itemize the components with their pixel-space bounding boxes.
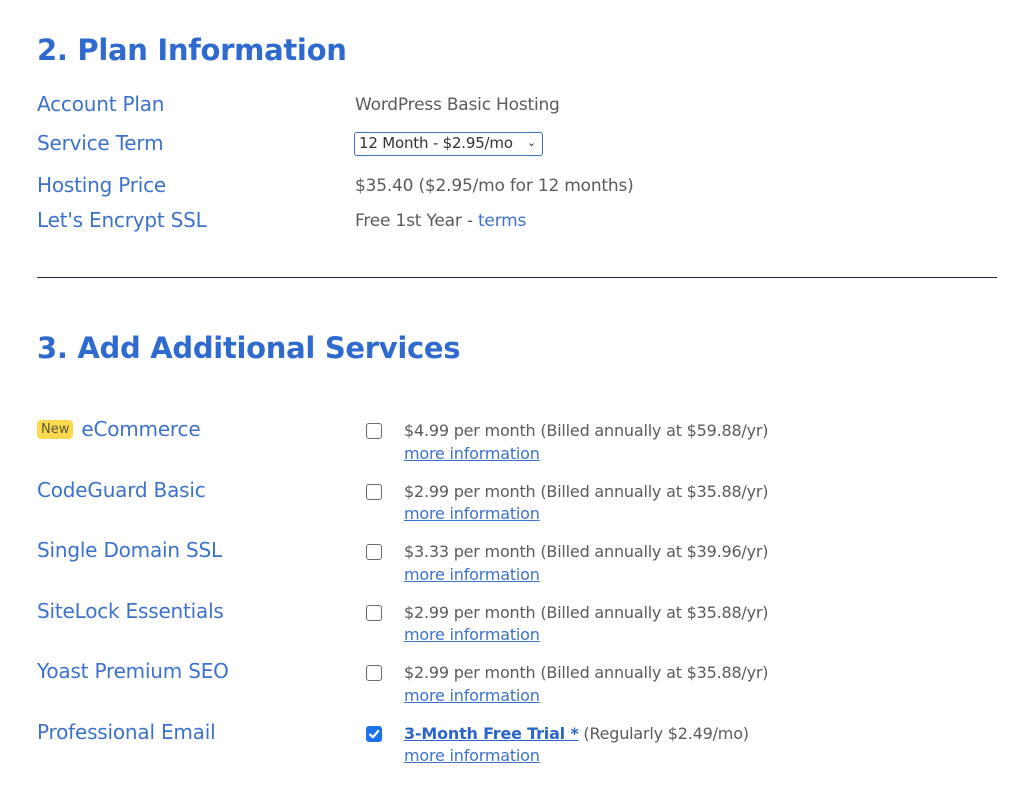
service-ecommerce-more-info-link[interactable]: more information [404,444,540,463]
service-name: eCommerce [81,417,201,441]
service-term-label: Service Term [37,131,164,155]
service-yoast-price: $2.99 per month (Billed annually at $35.… [404,663,769,682]
service-ecommerce-label: New eCommerce [37,417,201,441]
service-yoast-more-info-link[interactable]: more information [404,686,540,705]
new-badge: New [37,420,74,439]
hosting-price-label: Hosting Price [37,173,167,197]
service-ssl-more-info-link[interactable]: more information [404,565,540,584]
service-codeguard-more-info-link[interactable]: more information [404,504,540,523]
service-yoast-label: Yoast Premium SEO [37,659,229,683]
chevron-down-icon: ⌄ [526,136,536,149]
ssl-value-text: Free 1st Year - [355,211,478,231]
plan-information-heading: 2. Plan Information [37,33,347,67]
service-email-more-info-link[interactable]: more information [404,746,540,765]
service-sitelock-checkbox[interactable] [366,605,382,621]
service-term-selected-value: 12 Month - $2.95/mo [359,134,513,152]
service-ecommerce-checkbox[interactable] [366,423,382,439]
service-email-label: Professional Email [37,720,216,744]
service-email-regular-price: (Regularly $2.49/mo) [578,724,749,743]
ssl-label: Let's Encrypt SSL [37,208,207,232]
service-ssl-checkbox[interactable] [366,544,382,560]
service-term-select[interactable]: 12 Month - $2.95/mo ⌄ [354,132,543,156]
service-email-price: 3-Month Free Trial * (Regularly $2.49/mo… [404,724,749,743]
ssl-value: Free 1st Year - terms [355,211,526,231]
service-codeguard-label: CodeGuard Basic [37,478,206,502]
section-divider [37,277,997,278]
service-sitelock-price: $2.99 per month (Billed annually at $35.… [404,603,769,622]
additional-services-heading: 3. Add Additional Services [37,331,461,365]
free-trial-link[interactable]: 3-Month Free Trial * [404,724,579,743]
service-codeguard-price: $2.99 per month (Billed annually at $35.… [404,482,769,501]
checkmark-icon [368,729,380,739]
service-ssl-label: Single Domain SSL [37,538,222,562]
service-email-checkbox[interactable] [366,726,382,742]
service-codeguard-checkbox[interactable] [366,484,382,500]
service-sitelock-label: SiteLock Essentials [37,599,224,623]
service-ecommerce-price: $4.99 per month (Billed annually at $59.… [404,421,769,440]
service-ssl-price: $3.33 per month (Billed annually at $39.… [404,542,769,561]
service-yoast-checkbox[interactable] [366,665,382,681]
hosting-price-value: $35.40 ($2.95/mo for 12 months) [355,176,634,196]
account-plan-label: Account Plan [37,92,165,116]
ssl-terms-link[interactable]: terms [478,211,526,231]
account-plan-value: WordPress Basic Hosting [355,95,560,115]
service-sitelock-more-info-link[interactable]: more information [404,625,540,644]
